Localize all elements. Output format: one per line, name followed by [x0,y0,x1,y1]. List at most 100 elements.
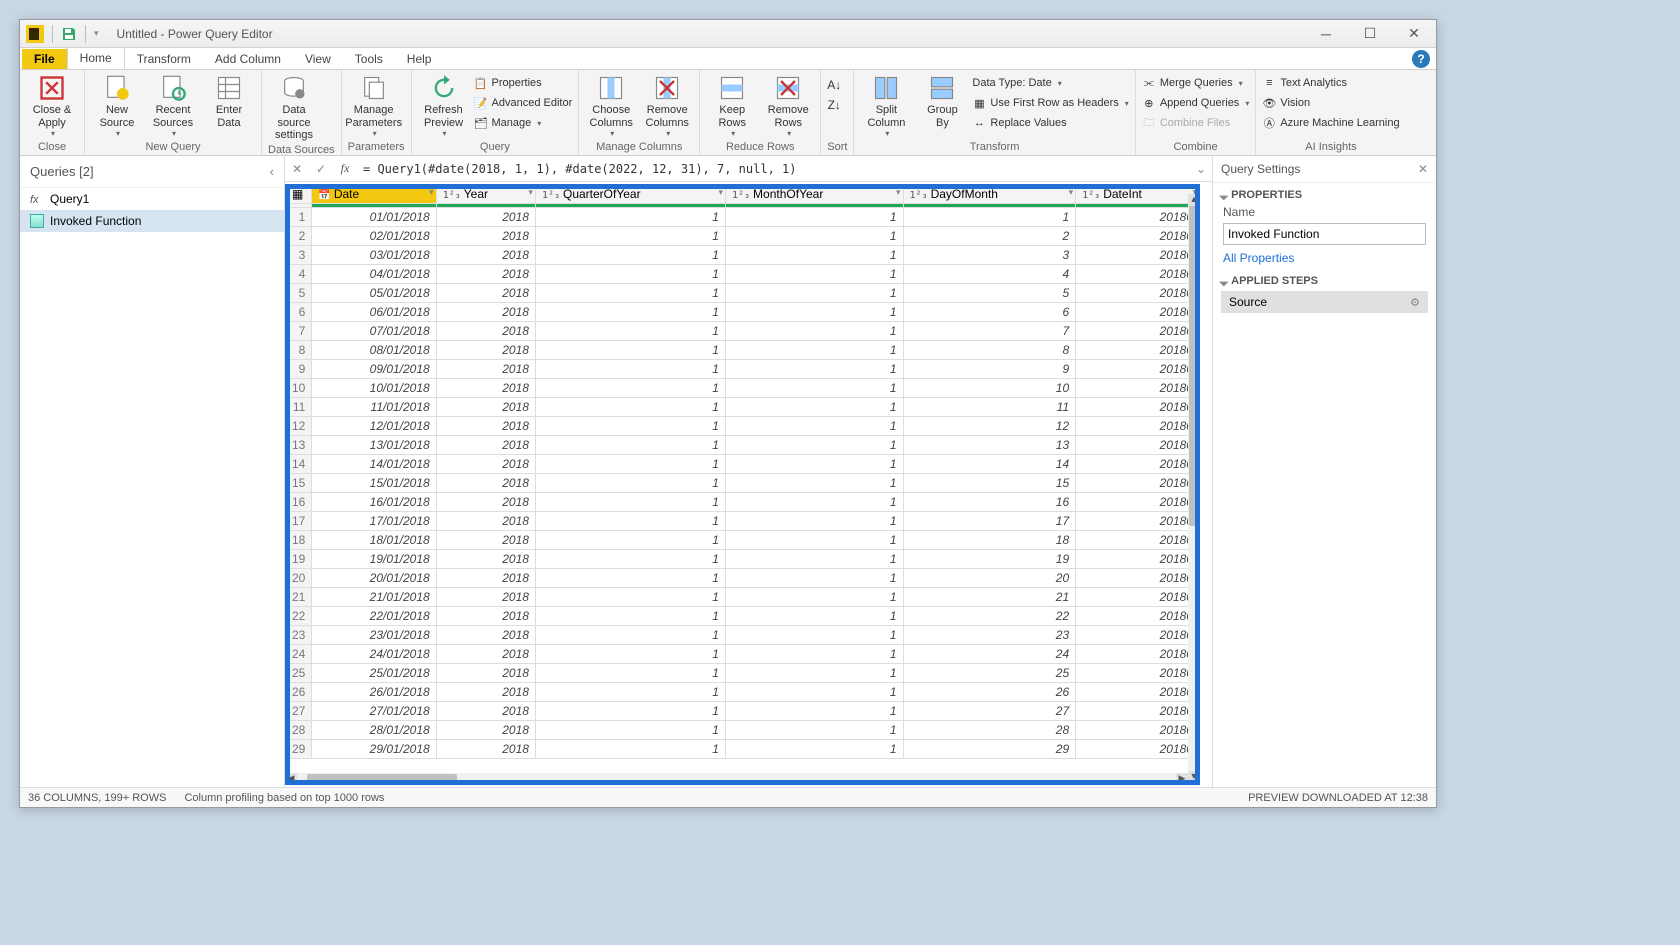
cell[interactable]: 20180 [1076,569,1200,588]
column-header[interactable]: 1²₃DateInt▾ [1076,185,1200,204]
cell[interactable]: 1 [725,436,903,455]
cell[interactable]: 1 [535,265,725,284]
table-row[interactable]: 2121/01/20182018112120180 [286,588,1200,607]
cell[interactable]: 1 [725,455,903,474]
cell[interactable]: 2018 [436,512,535,531]
cell[interactable]: 22/01/2018 [312,607,436,626]
formula-text[interactable]: = Query1(#date(2018, 1, 1), #date(2022, … [357,162,1190,176]
cell[interactable]: 1 [535,664,725,683]
first-row-headers-button[interactable]: ▦Use First Row as Headers [972,94,1128,112]
cell[interactable]: 7 [903,322,1076,341]
cell[interactable]: 29 [903,740,1076,759]
cell[interactable]: 2018 [436,569,535,588]
cell[interactable]: 2018 [436,683,535,702]
cell[interactable]: 18/01/2018 [312,531,436,550]
cell[interactable]: 5 [903,284,1076,303]
cell[interactable]: 20180 [1076,493,1200,512]
cell[interactable]: 6 [903,303,1076,322]
cell[interactable]: 10 [903,379,1076,398]
cell[interactable]: 2018 [436,493,535,512]
table-row[interactable]: 2828/01/20182018112820180 [286,721,1200,740]
cell[interactable]: 1 [725,398,903,417]
cell[interactable]: 1 [725,702,903,721]
cell[interactable]: 20180 [1076,702,1200,721]
cell[interactable]: 20180 [1076,664,1200,683]
cell[interactable]: 2018 [436,455,535,474]
cell[interactable]: 21 [903,588,1076,607]
cell[interactable]: 17/01/2018 [312,512,436,531]
cell[interactable]: 29/01/2018 [312,740,436,759]
cell[interactable]: 07/01/2018 [312,322,436,341]
collapse-queries-icon[interactable]: ‹ [270,164,274,179]
table-row[interactable]: 1515/01/20182018111520180 [286,474,1200,493]
cell[interactable]: 1 [725,208,903,227]
filter-icon[interactable]: ▾ [1069,187,1074,198]
cell[interactable]: 1 [535,512,725,531]
row-number[interactable]: 29 [286,740,312,759]
cell[interactable]: 20/01/2018 [312,569,436,588]
cell[interactable]: 1 [725,588,903,607]
cell[interactable]: 23/01/2018 [312,626,436,645]
cell[interactable]: 25/01/2018 [312,664,436,683]
cell[interactable]: 2018 [436,398,535,417]
cell[interactable]: 1 [535,398,725,417]
filter-icon[interactable]: ▾ [896,187,901,198]
row-number[interactable]: 4 [286,265,312,284]
cell[interactable]: 1 [535,645,725,664]
cell[interactable]: 1 [535,683,725,702]
cell[interactable]: 1 [535,607,725,626]
new-source-button[interactable]: New Source [91,72,143,138]
cell[interactable]: 2018 [436,360,535,379]
table-row[interactable]: 2727/01/20182018112720180 [286,702,1200,721]
query-item[interactable]: Invoked Function [20,210,284,232]
row-number[interactable]: 15 [286,474,312,493]
cell[interactable]: 20180 [1076,550,1200,569]
cell[interactable]: 1 [725,322,903,341]
cell[interactable]: 18 [903,531,1076,550]
close-window-button[interactable]: ✕ [1392,20,1436,48]
cell[interactable]: 02/01/2018 [312,227,436,246]
cell[interactable]: 1 [535,569,725,588]
cell[interactable]: 1 [535,493,725,512]
tab-home[interactable]: Home [67,47,125,69]
scroll-right-icon[interactable]: ▶ [1176,773,1188,785]
cell[interactable]: 13/01/2018 [312,436,436,455]
table-row[interactable]: 1717/01/20182018111720180 [286,512,1200,531]
cell[interactable]: 20180 [1076,360,1200,379]
cell[interactable]: 1 [535,360,725,379]
cell[interactable]: 14 [903,455,1076,474]
cell[interactable]: 15 [903,474,1076,493]
table-row[interactable]: 202/01/2018201811220180 [286,227,1200,246]
table-row[interactable]: 2424/01/20182018112420180 [286,645,1200,664]
table-row[interactable]: 404/01/2018201811420180 [286,265,1200,284]
data-type-button[interactable]: Data Type: Date [972,74,1128,92]
cell[interactable]: 2018 [436,607,535,626]
cell[interactable]: 1 [725,341,903,360]
keep-rows-button[interactable]: Keep Rows [706,72,758,138]
qat-dropdown-icon[interactable]: ▾ [94,28,99,39]
cell[interactable]: 16/01/2018 [312,493,436,512]
row-number[interactable]: 8 [286,341,312,360]
cell[interactable]: 1 [535,626,725,645]
replace-values-button[interactable]: ↔Replace Values [972,114,1128,132]
cell[interactable]: 2018 [436,322,535,341]
cell[interactable]: 1 [535,227,725,246]
v-scroll-thumb[interactable] [1189,206,1199,526]
cell[interactable]: 9 [903,360,1076,379]
cell[interactable]: 20180 [1076,227,1200,246]
minimize-button[interactable]: ─ [1304,20,1348,48]
cell[interactable]: 11/01/2018 [312,398,436,417]
cell[interactable]: 1 [725,227,903,246]
cell[interactable]: 1 [535,379,725,398]
cell[interactable]: 1 [535,322,725,341]
table-row[interactable]: 808/01/2018201811820180 [286,341,1200,360]
cell[interactable]: 1 [535,341,725,360]
cell[interactable]: 28 [903,721,1076,740]
properties-button[interactable]: 📋Properties [474,74,573,92]
row-number[interactable]: 12 [286,417,312,436]
cell[interactable]: 14/01/2018 [312,455,436,474]
cell[interactable]: 20180 [1076,683,1200,702]
cell[interactable]: 1 [535,531,725,550]
cell[interactable]: 2018 [436,626,535,645]
cell[interactable]: 2018 [436,227,535,246]
